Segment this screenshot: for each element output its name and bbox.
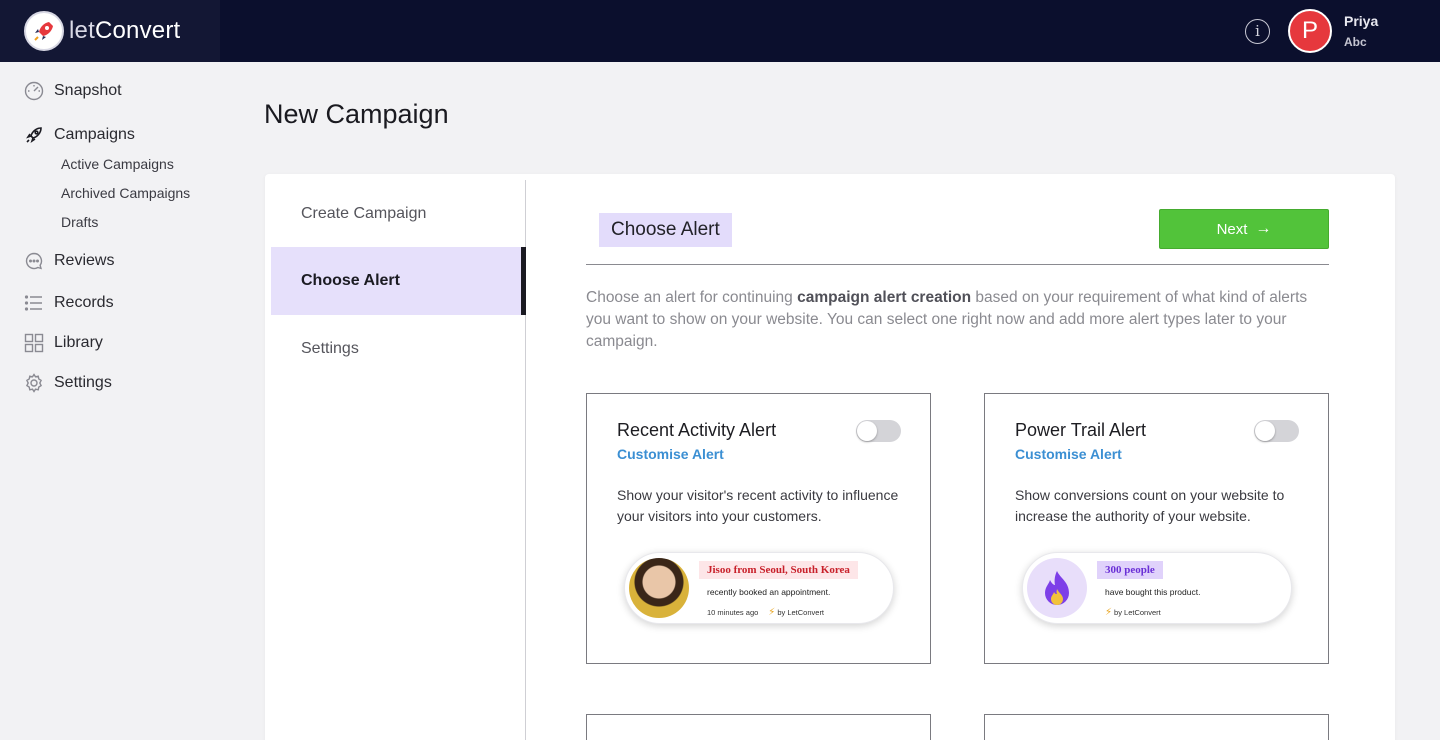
customise-alert-link[interactable]: Customise Alert bbox=[1015, 446, 1122, 462]
preview-line: have bought this product. bbox=[1105, 587, 1201, 597]
sidebar-subitem-drafts[interactable]: Drafts bbox=[61, 214, 98, 230]
rocket-icon bbox=[24, 125, 44, 145]
preview-meta: ⚡ by LetConvert bbox=[1105, 607, 1161, 618]
alert-preview: Jisoo from Seoul, South Korea recently b… bbox=[624, 552, 894, 624]
user-org: Abc bbox=[1344, 35, 1367, 49]
sidebar-item-records[interactable]: Records bbox=[24, 293, 114, 313]
step-choose-alert[interactable]: Choose Alert bbox=[271, 247, 526, 315]
page-title: New Campaign bbox=[264, 99, 449, 129]
wizard-steps: Create Campaign Choose Alert Settings bbox=[271, 180, 526, 740]
campaign-wizard-panel: Create Campaign Choose Alert Settings Ch… bbox=[265, 174, 1395, 740]
gauge-icon bbox=[24, 81, 44, 101]
user-name[interactable]: Priya bbox=[1344, 13, 1378, 29]
preview-line: recently booked an appointment. bbox=[707, 587, 831, 597]
card-title: Recent Activity Alert bbox=[617, 420, 777, 440]
avatar[interactable]: P bbox=[1288, 9, 1332, 53]
lightning-icon: ⚡ bbox=[1105, 607, 1113, 618]
sidebar: Snapshot Campaigns Active Campaigns Arch… bbox=[0, 62, 220, 740]
toggle-knob bbox=[1255, 421, 1275, 441]
alert-card-power-trail[interactable]: Power Trail Alert Customise Alert Show c… bbox=[984, 393, 1329, 664]
customise-alert-link[interactable]: Customise Alert bbox=[617, 446, 724, 462]
step-create-campaign[interactable]: Create Campaign bbox=[271, 180, 526, 248]
gear-icon bbox=[24, 373, 44, 393]
alert-card-recent-activity[interactable]: Recent Activity Alert Customise Alert Sh… bbox=[586, 393, 931, 664]
sidebar-item-settings[interactable]: Settings bbox=[24, 373, 112, 393]
grid-icon bbox=[24, 333, 44, 353]
preview-meta: 10 minutes ago ⚡ by LetConvert bbox=[707, 607, 825, 618]
toggle-knob bbox=[857, 421, 877, 441]
card-title: Power Trail Alert bbox=[1015, 420, 1147, 440]
sidebar-subitem-active-campaigns[interactable]: Active Campaigns bbox=[61, 156, 174, 172]
alert-preview: 300 people have bought this product. ⚡ b… bbox=[1022, 552, 1292, 624]
alert-toggle[interactable] bbox=[856, 420, 901, 442]
list-icon bbox=[24, 293, 44, 313]
step-settings[interactable]: Settings bbox=[271, 315, 526, 383]
sidebar-subitem-archived-campaigns[interactable]: Archived Campaigns bbox=[61, 185, 190, 201]
card-description: Show conversions count on your website t… bbox=[1015, 487, 1285, 524]
card-description: Show your visitor's recent activity to i… bbox=[617, 487, 899, 524]
preview-headline: Jisoo from Seoul, South Korea bbox=[699, 561, 858, 579]
alert-card-partial[interactable] bbox=[586, 714, 931, 740]
chat-bubble-icon bbox=[24, 251, 44, 271]
choose-alert-content: Choose Alert Next → Choose an alert for … bbox=[526, 174, 1395, 740]
sidebar-item-snapshot[interactable]: Snapshot bbox=[24, 81, 122, 101]
top-bar: letConvert i P Priya Abc bbox=[0, 0, 1440, 62]
sidebar-item-campaigns[interactable]: Campaigns bbox=[24, 125, 135, 145]
description: Choose an alert for continuing campaign … bbox=[586, 289, 1308, 350]
brand-name: letConvert bbox=[69, 17, 181, 44]
info-icon[interactable]: i bbox=[1245, 19, 1270, 44]
brand[interactable]: letConvert bbox=[0, 0, 220, 62]
divider bbox=[586, 264, 1329, 265]
arrow-right-icon: → bbox=[1255, 220, 1272, 237]
alert-card-partial[interactable] bbox=[984, 714, 1329, 740]
rocket-logo-icon bbox=[24, 11, 64, 51]
preview-headline: 300 people bbox=[1097, 561, 1163, 579]
section-title: Choose Alert bbox=[599, 213, 732, 247]
person-photo-icon bbox=[629, 558, 689, 618]
sidebar-item-reviews[interactable]: Reviews bbox=[24, 251, 114, 271]
sidebar-item-library[interactable]: Library bbox=[24, 333, 103, 353]
fire-icon bbox=[1027, 558, 1087, 618]
lightning-icon: ⚡ bbox=[768, 607, 776, 618]
alert-toggle[interactable] bbox=[1254, 420, 1299, 442]
next-button[interactable]: Next → bbox=[1159, 209, 1329, 249]
